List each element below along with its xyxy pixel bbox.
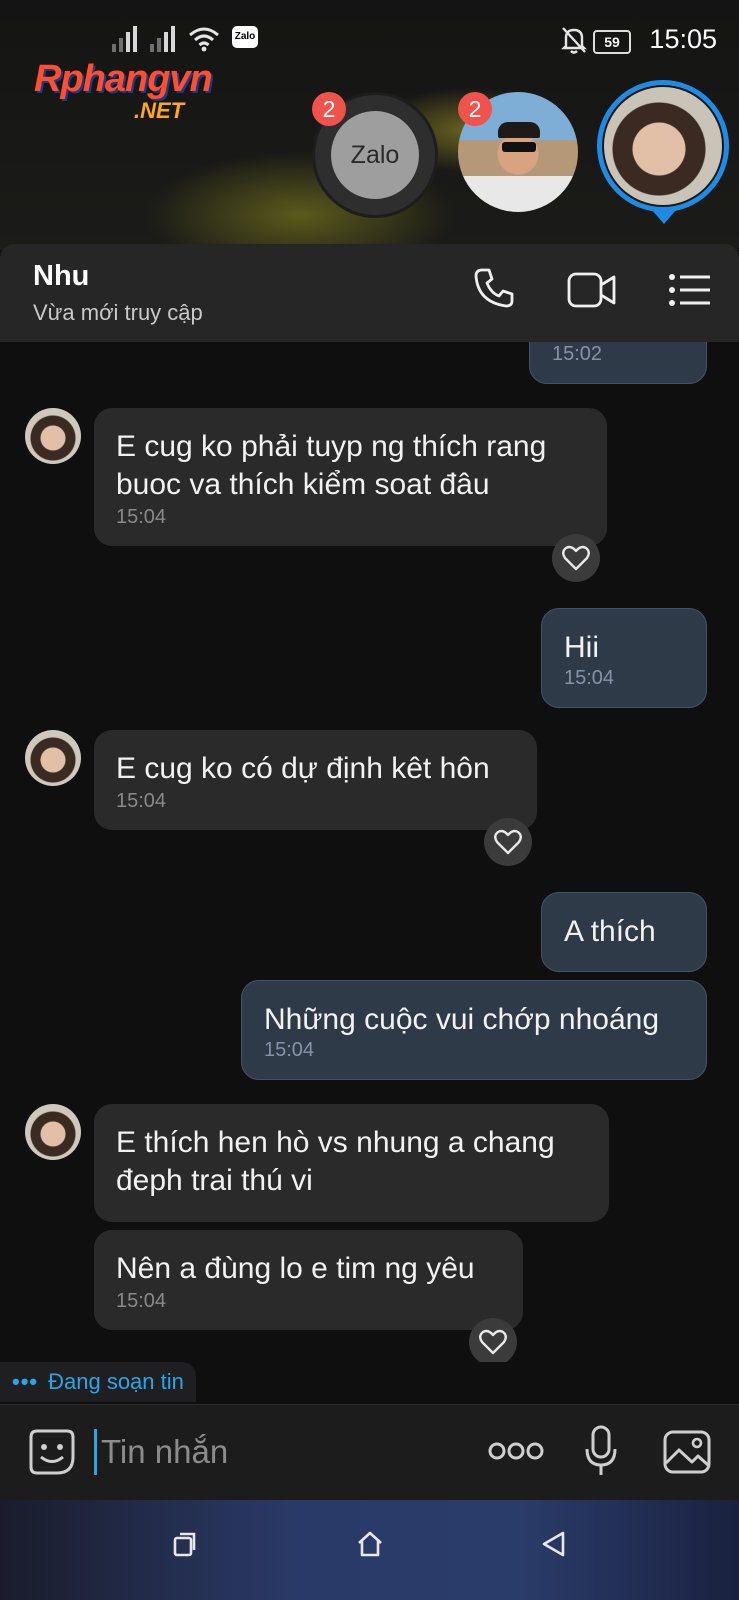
message-time: 15:04	[116, 790, 167, 812]
message-text-line: buoc va thích kiểm soat đâu	[116, 468, 490, 501]
avatar-hair	[498, 122, 540, 138]
chat-head-contact-badge: 2	[458, 92, 492, 126]
zalo-logo: Zalo	[331, 111, 419, 199]
sender-avatar[interactable]	[25, 730, 81, 786]
watermark-sub: .NET	[134, 98, 185, 123]
heart-icon	[479, 1329, 507, 1355]
message-bubble-out[interactable]: Những cuộc vui chớp nhoáng 15:04	[241, 980, 707, 1080]
message-text-line: E thích hen hò vs nhung a chang	[116, 1126, 555, 1159]
message-bubble-in[interactable]: E thích hen hò vs nhung a chang đeph tra…	[94, 1104, 609, 1222]
react-heart-button[interactable]	[469, 1318, 517, 1362]
watermark-logo: Rphangvn .NET	[34, 58, 264, 128]
contact-name[interactable]: Nhu	[33, 260, 89, 293]
battery-indicator: 59	[593, 30, 631, 54]
heart-icon	[494, 829, 522, 855]
message-list[interactable]: 15:02 E cug ko phải tuyp ng thích rang b…	[0, 342, 739, 1362]
more-options-icon[interactable]	[488, 1441, 544, 1461]
recent-apps-icon[interactable]	[172, 1530, 198, 1558]
message-text: Nên a đùng lo e tim ng yêu	[116, 1252, 475, 1285]
sender-avatar[interactable]	[25, 408, 81, 464]
message-text: A thích	[564, 915, 656, 948]
message-time: 15:04	[264, 1039, 315, 1061]
message-bubble-in[interactable]: E cug ko có dự định kêt hôn 15:04	[94, 730, 537, 830]
message-bubble-out[interactable]: Hii 15:04	[541, 608, 707, 708]
message-time: 15:04	[564, 667, 615, 689]
typing-indicator: ••• Đang soạn tin	[0, 1362, 196, 1402]
message-input[interactable]: Tin nhắn	[94, 1429, 228, 1475]
message-bubble-out[interactable]: A thích	[541, 892, 707, 972]
watermark-main: Rphangvn	[34, 58, 213, 100]
message-time: 15:04	[116, 1290, 167, 1312]
message-text-line: đeph trai thú vi	[116, 1164, 313, 1197]
signal-1-icon	[112, 18, 137, 52]
message-text-line: E cug ko phải tuyp ng thích rang	[116, 430, 547, 463]
chat-head-nhu[interactable]	[604, 87, 722, 205]
chat-header: Nhu Vừa mới truy cập	[0, 244, 739, 342]
react-heart-button[interactable]	[552, 534, 600, 582]
typing-dots: •••	[12, 1369, 39, 1394]
message-bubble-in[interactable]: Nên a đùng lo e tim ng yêu 15:04	[94, 1230, 523, 1330]
bell-muted-icon	[561, 27, 587, 54]
react-heart-button[interactable]	[484, 818, 532, 866]
home-icon[interactable]	[356, 1530, 384, 1558]
phone-call-icon[interactable]	[472, 266, 516, 310]
contact-status: Vừa mới truy cập	[33, 300, 203, 325]
sender-avatar[interactable]	[25, 1104, 81, 1160]
chat-head-zalo-badge: 2	[312, 92, 346, 126]
message-input-bar: Tin nhắn	[0, 1404, 739, 1501]
message-bubble-in[interactable]: E cug ko phải tuyp ng thích rang buoc va…	[94, 408, 607, 546]
sticker-emoji-icon[interactable]	[27, 1427, 77, 1477]
zalo-notification-icon: Zalo	[232, 26, 258, 48]
avatar-sunglasses	[502, 142, 536, 152]
image-gallery-icon[interactable]	[662, 1429, 712, 1475]
message-text: Những cuộc vui chớp nhoáng	[264, 1003, 660, 1036]
wifi-icon	[189, 27, 219, 52]
microphone-icon[interactable]	[584, 1425, 618, 1477]
message-time: 15:04	[116, 506, 167, 528]
message-bubble-out[interactable]: 15:02	[529, 342, 707, 384]
system-nav-bar	[0, 1500, 739, 1600]
message-time: 15:02	[552, 343, 603, 365]
heart-icon	[562, 545, 590, 571]
back-icon[interactable]	[540, 1530, 568, 1558]
signal-2-icon	[150, 18, 175, 52]
chat-head-pointer	[652, 210, 676, 224]
menu-list-icon[interactable]	[668, 272, 712, 308]
status-time: 15:05	[649, 24, 717, 54]
message-text: E cug ko có dự định kêt hôn	[116, 752, 490, 785]
video-call-icon[interactable]	[566, 270, 618, 310]
typing-text: Đang soạn tin	[48, 1369, 184, 1394]
